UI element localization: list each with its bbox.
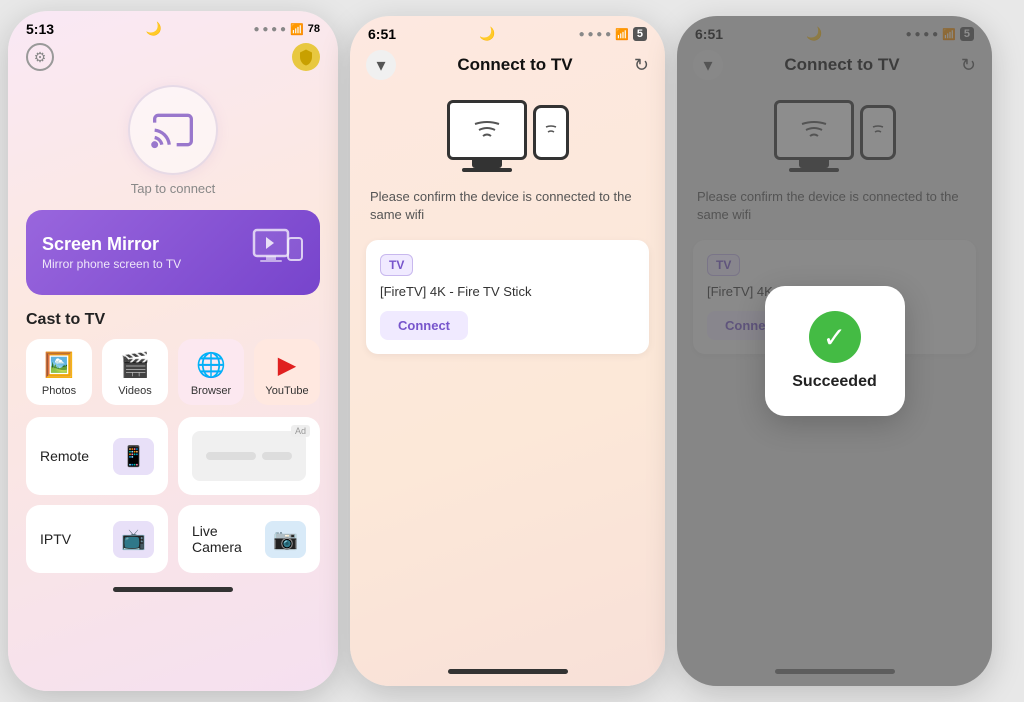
connect-button-2[interactable]: Connect [380, 311, 468, 340]
connect-title-2: Connect to TV [457, 55, 572, 75]
cast-item-videos[interactable]: 🎬 Videos [102, 339, 168, 405]
device-card-inner-2: TV [FireTV] 4K - Fire TV Stick Connect [380, 254, 635, 340]
p1-header: ⚙ [8, 41, 338, 81]
success-overlay: ✓ Succeeded [677, 16, 992, 686]
home-indicator-2 [448, 669, 568, 674]
device-name-2: [FireTV] 4K - Fire TV Stick [380, 284, 635, 299]
sm-sub: Mirror phone screen to TV [42, 257, 181, 271]
home-indicator-1 [113, 587, 233, 592]
tv-screen-2 [447, 100, 527, 160]
status-icons-2: ● ● ● ● 📶 5 [579, 27, 647, 41]
battery-1: 78 [308, 23, 320, 35]
browser-label: Browser [191, 385, 231, 397]
wifi-2: 📶 [615, 28, 629, 41]
ad-item[interactable]: Ad [178, 417, 320, 495]
battery-2: 5 [633, 27, 647, 41]
tap-circle[interactable] [128, 85, 218, 175]
cast-item-photos[interactable]: 🖼️ Photos [26, 339, 92, 405]
iptv-label: IPTV [40, 531, 71, 547]
cast-item-browser[interactable]: 🌐 Browser [178, 339, 244, 405]
wifi-desc-2: Please confirm the device is connected t… [350, 188, 665, 224]
settings-button[interactable]: ⚙ [26, 43, 54, 71]
signal-2: ● ● ● ● [579, 29, 612, 40]
tap-label: Tap to connect [131, 181, 216, 196]
ad-placeholder [192, 431, 306, 481]
refresh-icon-2[interactable]: ↻ [634, 55, 649, 76]
status-time-2: 6:51 [368, 26, 396, 42]
status-bar-2: 6:51 🌙 ● ● ● ● 📶 5 [350, 16, 665, 46]
connect-header-2: ▾ Connect to TV ↻ [350, 46, 665, 90]
sm-title: Screen Mirror [42, 234, 181, 255]
bottom-grid: Remote 📱 Ad [8, 417, 338, 495]
vpn-badge [292, 43, 320, 71]
sm-text: Screen Mirror Mirror phone screen to TV [42, 234, 181, 271]
tv-stand-2 [472, 160, 502, 168]
success-check-icon: ✓ [809, 311, 861, 363]
status-moon-2: 🌙 [479, 26, 495, 42]
down-arrow-2[interactable]: ▾ [366, 50, 396, 80]
signal-dots-1: ● ● ● ● [254, 24, 287, 35]
screen-mirror-banner[interactable]: Screen Mirror Mirror phone screen to TV [26, 210, 320, 295]
tv-badge-2: TV [380, 254, 413, 276]
status-moon-1: 🌙 [146, 21, 162, 37]
wifi-icon-1: 📶 [290, 23, 304, 36]
status-bar-1: 5:13 🌙 ● ● ● ● 📶 78 [8, 11, 338, 41]
device-card-2: TV [FireTV] 4K - Fire TV Stick Connect [366, 240, 649, 354]
success-label: Succeeded [792, 373, 876, 391]
status-time-1: 5:13 [26, 21, 54, 37]
cast-icon [151, 108, 195, 152]
phone-1: 5:13 🌙 ● ● ● ● 📶 78 ⚙ Tap to connect [8, 11, 338, 691]
phone-2: 6:51 🌙 ● ● ● ● 📶 5 ▾ Connect to TV ↻ [350, 16, 665, 686]
youtube-label: YouTube [265, 385, 308, 397]
cast-section-label: Cast to TV [8, 311, 338, 339]
videos-icon: 🎬 [120, 351, 150, 380]
remote-label: Remote [40, 448, 89, 464]
photos-icon: 🖼️ [44, 351, 74, 380]
phone-shape-2 [533, 105, 569, 160]
iptv-icon: 📺 [113, 521, 154, 558]
iptv-item[interactable]: IPTV 📺 [26, 505, 168, 573]
live-camera-item[interactable]: Live Camera 📷 [178, 505, 320, 573]
mirror-icon [252, 228, 304, 277]
phone-3: 6:51 🌙 ● ● ● ● 📶 5 ▾ Connect to TV ↻ [677, 16, 992, 686]
bottom-grid2: IPTV 📺 Live Camera 📷 [8, 495, 338, 573]
cast-grid: 🖼️ Photos 🎬 Videos 🌐 Browser ▶ YouTube [8, 339, 338, 417]
status-icons-1: ● ● ● ● 📶 78 [254, 23, 320, 36]
videos-label: Videos [118, 385, 151, 397]
remote-icon: 📱 [113, 438, 154, 475]
camera-icon: 📷 [265, 521, 306, 558]
tap-connect-area[interactable]: Tap to connect [8, 85, 338, 196]
success-popup: ✓ Succeeded [765, 286, 905, 416]
tv-base-2 [462, 168, 512, 172]
live-camera-label: Live Camera [192, 523, 265, 555]
ad-bar-1 [206, 452, 256, 460]
photos-label: Photos [42, 385, 76, 397]
youtube-icon: ▶ [278, 351, 296, 380]
browser-icon: 🌐 [196, 351, 226, 380]
device-illustration-2 [350, 100, 665, 172]
tv-shape-2 [447, 100, 527, 172]
cast-item-youtube[interactable]: ▶ YouTube [254, 339, 320, 405]
ad-badge: Ad [291, 425, 310, 437]
remote-item[interactable]: Remote 📱 [26, 417, 168, 495]
ad-bar-2 [262, 452, 292, 460]
